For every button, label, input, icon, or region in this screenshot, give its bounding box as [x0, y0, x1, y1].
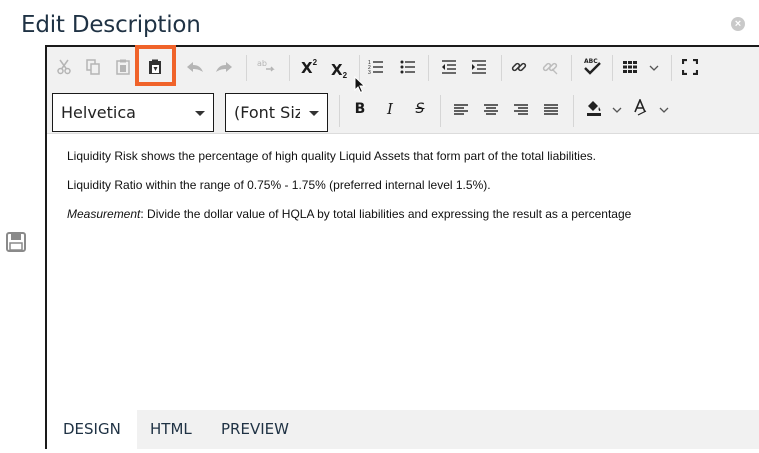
unordered-list-icon[interactable]	[399, 58, 417, 76]
undo-icon[interactable]	[185, 58, 205, 76]
table-icon[interactable]	[622, 59, 638, 75]
editor-toolbar: ab X2 X2 123 ABC Helvetica (Font Si B I …	[47, 45, 759, 134]
svg-text:ABC: ABC	[584, 58, 598, 65]
chevron-down-icon[interactable]	[657, 103, 671, 117]
indent-icon[interactable]	[470, 58, 488, 76]
chevron-down-icon[interactable]	[610, 103, 624, 117]
font-color-icon[interactable]	[631, 98, 651, 118]
content-paragraph: Liquidity Risk shows the percentage of h…	[67, 149, 596, 163]
paste-highlight-box	[135, 45, 176, 86]
ordered-list-icon[interactable]: 123	[367, 58, 385, 76]
svg-text:ab: ab	[257, 59, 267, 68]
measurement-label: Measurement	[67, 207, 141, 221]
spell-replace-icon[interactable]: ab	[255, 57, 277, 75]
close-button[interactable]: ×	[731, 17, 745, 31]
align-center-icon[interactable]	[483, 101, 499, 117]
spellcheck-icon[interactable]: ABC	[582, 56, 602, 76]
paste-icon[interactable]	[114, 58, 132, 76]
editor-content[interactable]: Liquidity Risk shows the percentage of h…	[67, 149, 747, 236]
rich-text-editor: ab X2 X2 123 ABC Helvetica (Font Si B I …	[45, 45, 759, 449]
tab-html[interactable]: HTML	[150, 410, 192, 449]
subscript-icon[interactable]: X2	[327, 59, 351, 81]
save-icon[interactable]	[6, 232, 26, 252]
outdent-icon[interactable]	[440, 58, 458, 76]
fullscreen-icon[interactable]	[681, 58, 699, 76]
background-color-icon[interactable]	[584, 98, 604, 118]
svg-text:3: 3	[368, 70, 371, 75]
link-icon[interactable]	[510, 58, 528, 76]
measurement-text: : Divide the dollar value of HQLA by tot…	[140, 207, 632, 221]
copy-icon[interactable]	[84, 58, 102, 76]
align-justify-icon[interactable]	[543, 101, 559, 117]
redo-icon[interactable]	[214, 58, 234, 76]
cut-icon[interactable]	[55, 58, 73, 76]
editor-mode-tabs: DESIGN HTML PREVIEW	[47, 410, 759, 449]
tab-preview[interactable]: PREVIEW	[221, 410, 289, 449]
unlink-icon[interactable]	[541, 58, 559, 76]
strikethrough-button[interactable]: S	[411, 99, 429, 119]
bold-button[interactable]: B	[351, 99, 369, 119]
align-right-icon[interactable]	[513, 101, 529, 117]
italic-button[interactable]: I	[381, 99, 399, 119]
font-family-select[interactable]: Helvetica	[52, 93, 214, 132]
close-icon: ×	[734, 18, 742, 30]
content-paragraph: Measurement: Divide the dollar value of …	[67, 207, 747, 221]
dialog-title: Edit Description	[21, 12, 201, 38]
chevron-down-icon	[195, 111, 205, 116]
font-size-select[interactable]: (Font Size)	[225, 93, 328, 132]
chevron-down-icon	[309, 111, 319, 116]
content-paragraph: Liquidity Ratio within the range of 0.75…	[67, 178, 491, 192]
align-left-icon[interactable]	[453, 101, 469, 117]
chevron-down-icon[interactable]	[647, 61, 661, 75]
superscript-icon[interactable]: X2	[297, 57, 321, 79]
tab-design[interactable]: DESIGN	[47, 410, 137, 449]
mouse-cursor-icon	[354, 75, 366, 99]
